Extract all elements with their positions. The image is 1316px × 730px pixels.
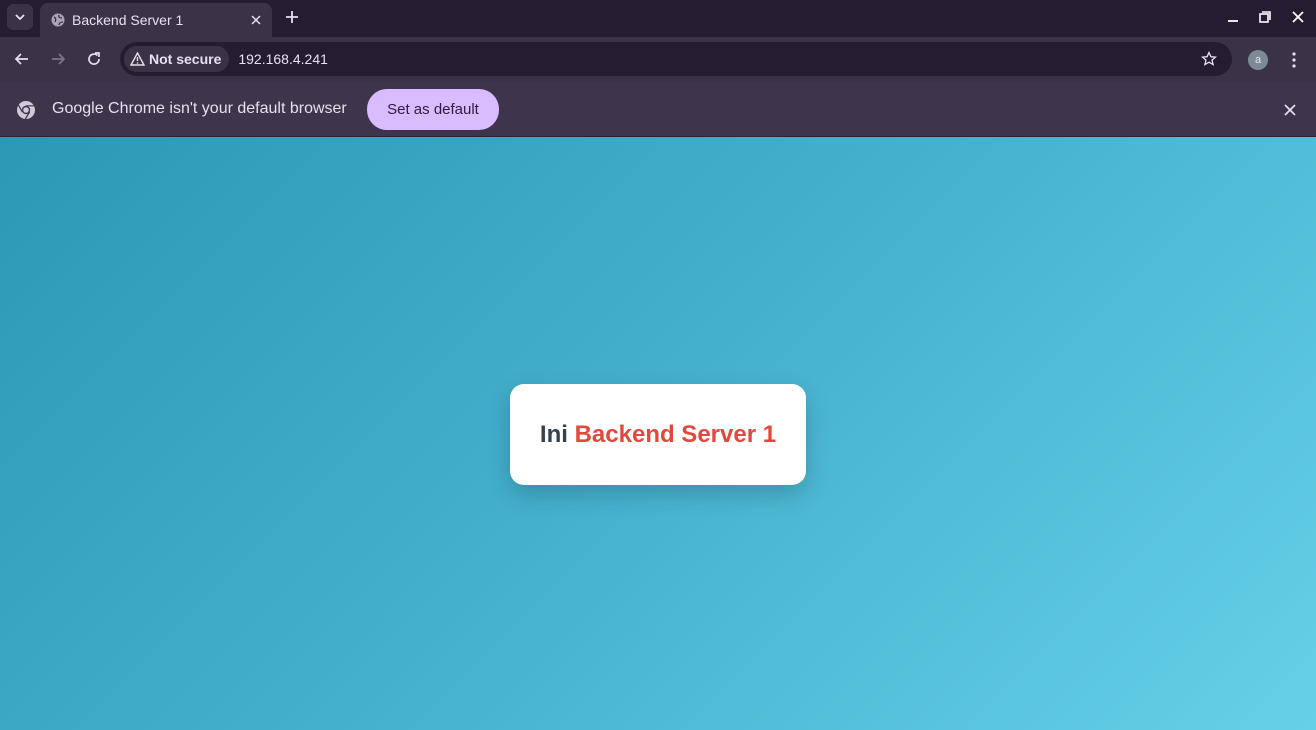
profile-avatar[interactable]: a bbox=[1248, 50, 1268, 70]
plus-icon bbox=[286, 11, 298, 23]
address-bar[interactable]: Not secure 192.168.4.241 bbox=[120, 42, 1232, 76]
server-card: Ini Backend Server 1 bbox=[510, 384, 806, 485]
infobar-close-button[interactable] bbox=[1278, 98, 1302, 122]
forward-arrow-icon bbox=[52, 53, 66, 65]
restore-icon bbox=[1259, 11, 1271, 23]
tab-search-button[interactable] bbox=[7, 4, 33, 30]
chrome-logo-icon bbox=[17, 101, 35, 120]
kebab-menu-icon bbox=[1292, 52, 1296, 68]
page-content: Ini Backend Server 1 bbox=[0, 137, 1316, 730]
default-browser-infobar: Google Chrome isn't your default browser… bbox=[0, 82, 1316, 137]
bookmark-button[interactable] bbox=[1198, 48, 1220, 70]
close-window-button[interactable] bbox=[1286, 5, 1310, 29]
tab-title: Backend Server 1 bbox=[72, 12, 184, 28]
security-label: Not secure bbox=[149, 51, 222, 67]
back-arrow-icon bbox=[14, 53, 28, 65]
infobar-message: Google Chrome isn't your default browser bbox=[52, 100, 347, 117]
back-button[interactable] bbox=[9, 46, 35, 72]
close-icon bbox=[1292, 11, 1304, 23]
restore-button[interactable] bbox=[1253, 5, 1277, 29]
heading-prefix: Ini bbox=[539, 420, 568, 448]
star-icon bbox=[1201, 51, 1217, 66]
browser-menu-button[interactable] bbox=[1282, 48, 1306, 72]
tab-backend-server[interactable]: Backend Server 1 bbox=[40, 3, 272, 37]
new-tab-button[interactable] bbox=[280, 5, 304, 29]
chevron-down-icon bbox=[15, 14, 25, 21]
heading-highlight: Backend Server 1 bbox=[574, 420, 777, 448]
security-indicator[interactable]: Not secure bbox=[124, 46, 230, 72]
browser-toolbar: Not secure 192.168.4.241 a bbox=[0, 37, 1316, 82]
warning-icon bbox=[130, 52, 145, 66]
tab-strip: Backend Server 1 bbox=[0, 0, 1316, 37]
close-icon[interactable] bbox=[246, 10, 266, 30]
close-icon bbox=[1284, 104, 1296, 116]
reload-button[interactable] bbox=[81, 46, 107, 72]
globe-icon bbox=[50, 12, 66, 28]
reload-icon bbox=[88, 52, 100, 65]
set-as-default-button[interactable]: Set as default bbox=[367, 89, 499, 130]
forward-button[interactable] bbox=[45, 46, 71, 72]
minimize-icon bbox=[1228, 20, 1238, 22]
page-heading: Ini Backend Server 1 bbox=[540, 421, 776, 449]
minimize-button[interactable] bbox=[1221, 5, 1245, 29]
url-text[interactable]: 192.168.4.241 bbox=[238, 51, 328, 67]
